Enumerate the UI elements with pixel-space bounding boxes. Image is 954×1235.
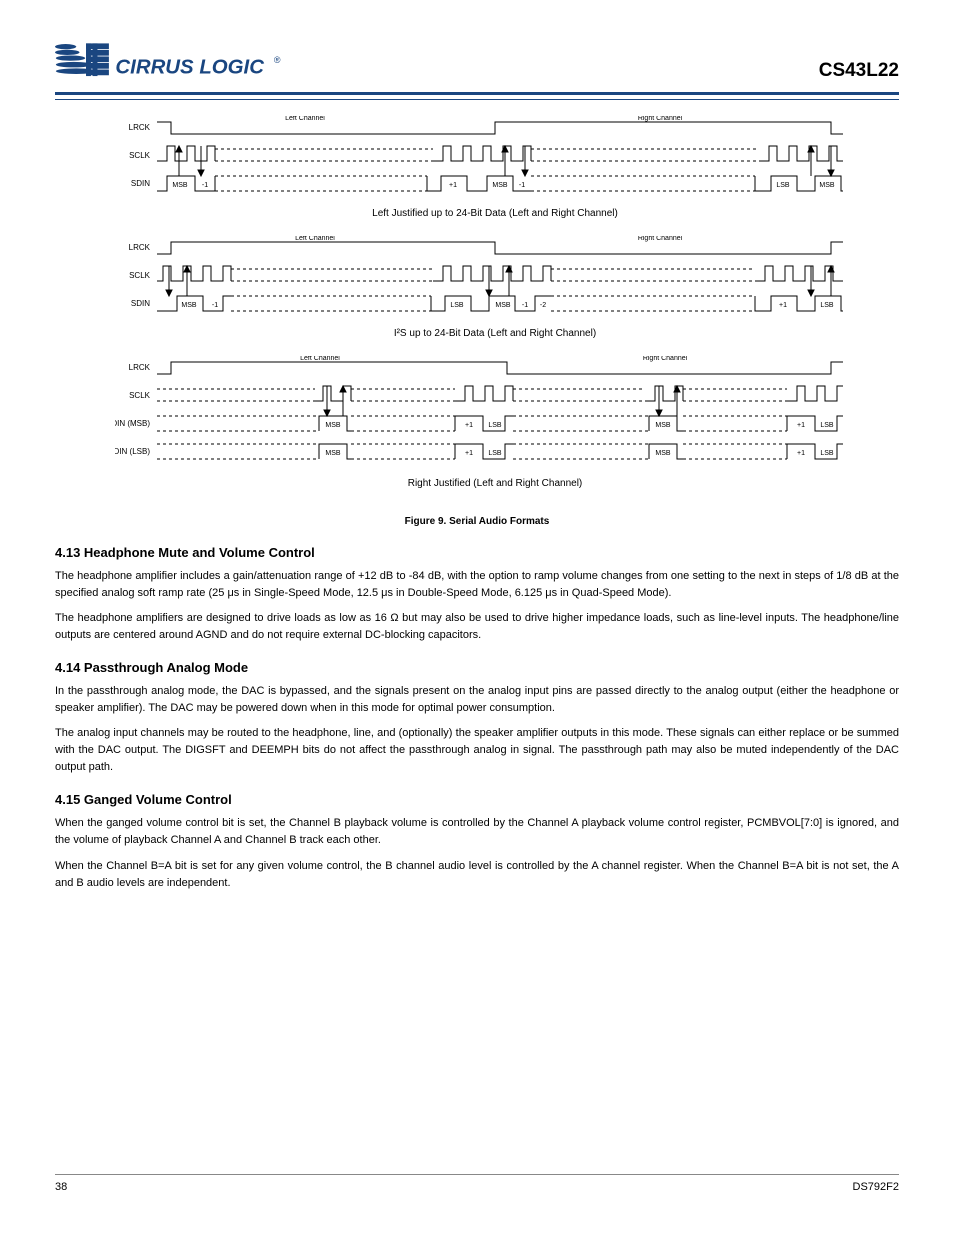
doc-id: DS792F2 [853, 1181, 899, 1193]
svg-text:MSB: MSB [655, 450, 671, 457]
svg-text:Right Channel: Right Channel [643, 356, 688, 362]
timing-diagram-right-justified: LRCK SCLK SDIN (MSB) SDIN (LSB) [115, 356, 899, 506]
svg-text:MSB: MSB [325, 450, 341, 457]
svg-text:SCLK: SCLK [129, 391, 151, 400]
svg-text:Left Justified up to 24-Bit Da: Left Justified up to 24-Bit Data (Left a… [372, 208, 618, 219]
svg-text:-1: -1 [522, 302, 528, 309]
svg-text:Left Channel: Left Channel [300, 356, 340, 362]
svg-text:LSB: LSB [488, 450, 502, 457]
svg-text:SCLK: SCLK [129, 271, 151, 280]
section-414-body: In the passthrough analog mode, the DAC … [55, 683, 899, 776]
svg-text:LSB: LSB [776, 182, 790, 189]
section-415-title: 4.15 Ganged Volume Control [55, 792, 899, 807]
svg-text:+1: +1 [797, 450, 805, 457]
svg-text:LRCK: LRCK [129, 123, 151, 132]
svg-text:-1: -1 [519, 182, 525, 189]
section-413-title: 4.13 Headphone Mute and Volume Control [55, 545, 899, 560]
timing-diagram-i2s: LRCK SCLK SDIN [115, 236, 899, 346]
svg-text:SCLK: SCLK [129, 151, 151, 160]
svg-text:+1: +1 [797, 422, 805, 429]
section-415-body: When the ganged volume control bit is se… [55, 815, 899, 891]
section-413-body: The headphone amplifier includes a gain/… [55, 568, 899, 644]
part-number: CS43L22 [819, 60, 899, 82]
svg-text:-1: -1 [212, 302, 218, 309]
page-footer: 38 DS792F2 [55, 1174, 899, 1193]
svg-text:®: ® [274, 55, 281, 65]
svg-text:LSB: LSB [450, 302, 464, 309]
svg-text:SDIN: SDIN [131, 299, 150, 308]
svg-text:Left Channel: Left Channel [295, 236, 335, 242]
svg-text:SDIN (LSB): SDIN (LSB) [115, 447, 150, 456]
company-name-text: CIRRUS LOGIC [115, 57, 264, 79]
svg-text:MSB: MSB [492, 182, 508, 189]
svg-text:-2: -2 [540, 302, 546, 309]
svg-text:SDIN: SDIN [131, 179, 150, 188]
svg-text:+1: +1 [465, 422, 473, 429]
svg-text:+1: +1 [449, 182, 457, 189]
svg-text:-1: -1 [202, 182, 208, 189]
svg-text:LRCK: LRCK [129, 243, 151, 252]
cirrus-logic-logo-icon: CIRRUS LOGIC ® [55, 38, 300, 88]
svg-text:Right Channel: Right Channel [638, 236, 683, 242]
figure-caption: Figure 9. Serial Audio Formats [55, 516, 899, 527]
company-logo: CIRRUS LOGIC ® [55, 38, 300, 88]
page-number: 38 [55, 1181, 67, 1193]
svg-text:+1: +1 [779, 302, 787, 309]
svg-text:SDIN (MSB): SDIN (MSB) [115, 419, 150, 428]
svg-text:MSB: MSB [172, 182, 188, 189]
section-414-title: 4.14 Passthrough Analog Mode [55, 660, 899, 675]
svg-text:Left Channel: Left Channel [285, 116, 325, 122]
svg-text:+1: +1 [465, 450, 473, 457]
svg-text:LSB: LSB [488, 422, 502, 429]
svg-text:MSB: MSB [325, 422, 341, 429]
svg-text:MSB: MSB [655, 422, 671, 429]
header-divider-thick [55, 92, 899, 95]
timing-diagram-left-justified: LRCK SCLK SDIN [115, 116, 899, 226]
svg-text:I²S up to 24-Bit Data (Left an: I²S up to 24-Bit Data (Left and Right Ch… [394, 328, 596, 339]
svg-text:MSB: MSB [819, 182, 835, 189]
svg-text:LSB: LSB [820, 302, 834, 309]
svg-text:Right Channel: Right Channel [638, 116, 683, 122]
svg-text:LRCK: LRCK [129, 363, 151, 372]
svg-text:LSB: LSB [820, 422, 834, 429]
svg-text:Right Justified (Left and Righ: Right Justified (Left and Right Channel) [408, 478, 583, 489]
svg-text:LSB: LSB [820, 450, 834, 457]
svg-text:MSB: MSB [181, 302, 197, 309]
header-divider-thin [55, 99, 899, 100]
svg-text:MSB: MSB [495, 302, 511, 309]
